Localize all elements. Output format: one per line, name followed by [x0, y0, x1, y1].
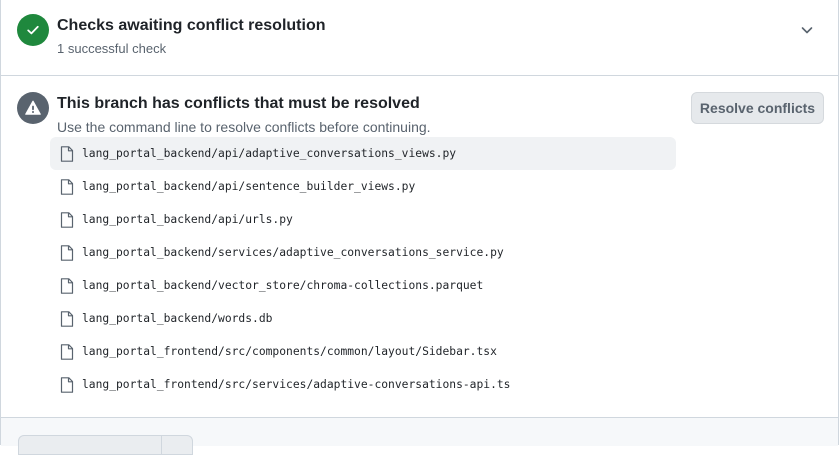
file-icon — [60, 179, 74, 195]
file-icon — [60, 146, 74, 162]
checks-section: Checks awaiting conflict resolution 1 su… — [1, 0, 838, 76]
file-path: lang_portal_backend/api/adaptive_convers… — [82, 147, 457, 160]
conflict-file-item[interactable]: lang_portal_backend/api/sentence_builder… — [50, 170, 676, 203]
checks-subtitle: 1 successful check — [57, 41, 167, 56]
conflict-file-item[interactable]: lang_portal_frontend/src/components/comm… — [50, 335, 676, 368]
check-status-badge — [17, 14, 49, 46]
file-path: lang_portal_backend/words.db — [82, 312, 273, 325]
chevron-down-icon — [801, 27, 813, 34]
merge-actions-strip — [1, 417, 838, 455]
conflict-file-item[interactable]: lang_portal_backend/words.db — [50, 302, 676, 335]
file-path: lang_portal_backend/api/sentence_builder… — [82, 180, 416, 193]
check-icon — [27, 25, 39, 35]
conflicting-files-list: lang_portal_backend/api/adaptive_convers… — [50, 137, 676, 401]
alert-icon — [25, 100, 41, 115]
file-icon — [60, 212, 74, 228]
conflict-file-item[interactable]: lang_portal_backend/vector_store/chroma-… — [50, 269, 676, 302]
conflict-file-item[interactable]: lang_portal_backend/services/adaptive_co… — [50, 236, 676, 269]
conflicts-section: This branch has conflicts that must be r… — [1, 76, 838, 417]
file-icon — [60, 311, 74, 327]
resolve-conflicts-button[interactable]: Resolve conflicts — [691, 92, 824, 124]
merge-box: Checks awaiting conflict resolution 1 su… — [0, 0, 839, 455]
file-icon — [60, 377, 74, 393]
conflicts-subtitle: Use the command line to resolve conflict… — [57, 119, 431, 135]
file-path: lang_portal_backend/services/adaptive_co… — [82, 246, 504, 259]
conflict-file-item[interactable]: lang_portal_backend/api/urls.py — [50, 203, 676, 236]
merge-button[interactable] — [18, 435, 162, 455]
file-icon — [60, 344, 74, 360]
file-icon — [60, 245, 74, 261]
file-path: lang_portal_frontend/src/services/adapti… — [82, 378, 511, 391]
file-path: lang_portal_frontend/src/components/comm… — [82, 345, 497, 358]
alert-status-badge — [17, 92, 49, 124]
conflict-file-item[interactable]: lang_portal_backend/api/adaptive_convers… — [50, 137, 676, 170]
file-path: lang_portal_backend/vector_store/chroma-… — [82, 279, 484, 292]
conflict-file-item[interactable]: lang_portal_frontend/src/services/adapti… — [50, 368, 676, 401]
expand-checks-button[interactable] — [797, 20, 817, 40]
conflicts-title: This branch has conflicts that must be r… — [57, 95, 420, 112]
file-path: lang_portal_backend/api/urls.py — [82, 213, 293, 226]
file-icon — [60, 278, 74, 294]
checks-title: Checks awaiting conflict resolution — [57, 17, 326, 34]
merge-options-dropdown[interactable] — [161, 435, 193, 455]
